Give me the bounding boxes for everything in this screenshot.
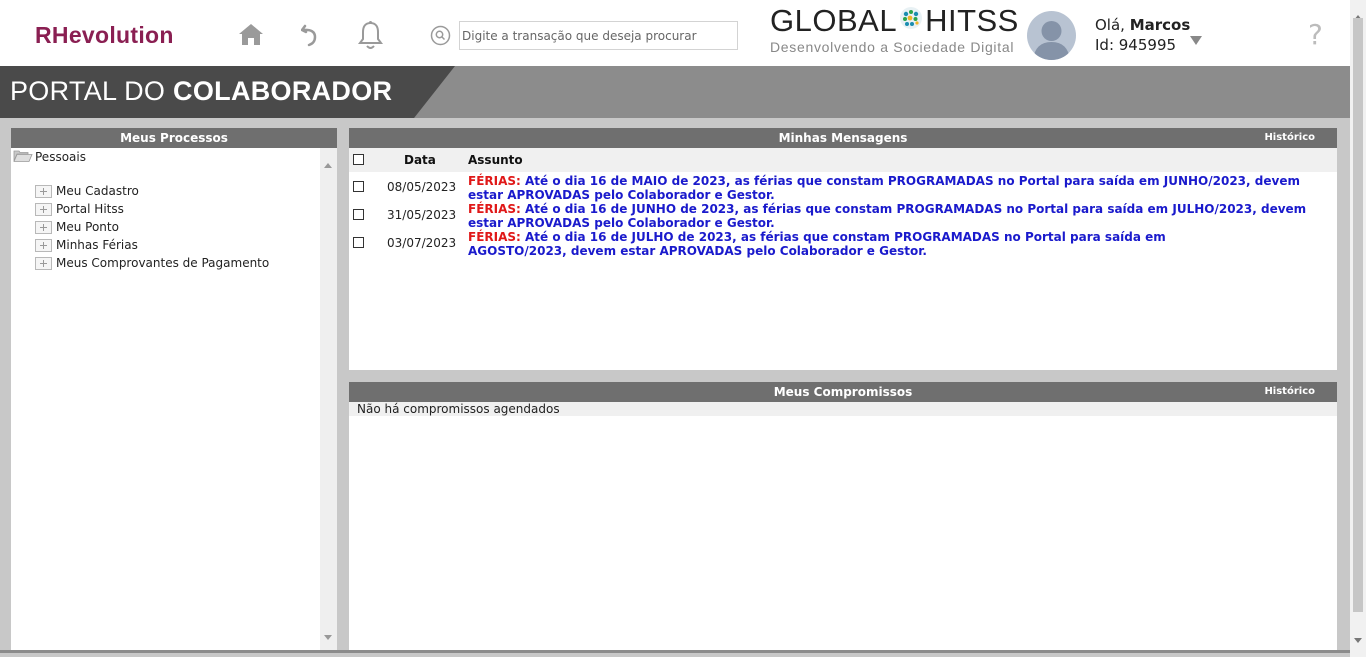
appointments-history-link[interactable]: Histórico (1264, 382, 1315, 402)
globe-icon (898, 4, 924, 38)
scroll-up-icon[interactable] (324, 153, 332, 172)
brand-name: GLOBAL HITSS (770, 4, 1019, 38)
avatar[interactable] (1027, 11, 1076, 60)
appointments-panel: Meus Compromissos Histórico Não há compr… (349, 382, 1337, 650)
tree-item-meu-cadastro[interactable]: Meu Cadastro (35, 184, 139, 198)
brand-name-left: GLOBAL (770, 3, 898, 38)
messages-panel-title: Minhas Mensagens Histórico (349, 128, 1337, 148)
messages-panel: Minhas Mensagens Histórico Data Assunto … (349, 128, 1337, 370)
column-subject-header: Assunto (468, 153, 523, 167)
message-date: 31/05/2023 (387, 208, 457, 222)
tree-item-minhas-ferias[interactable]: Minhas Férias (35, 238, 138, 252)
tree-item-meus-comprovantes[interactable]: Meus Comprovantes de Pagamento (35, 256, 269, 270)
message-subject[interactable]: FÉRIAS: Até o dia 16 de JULHO de 2023, a… (468, 230, 1268, 258)
scrollbar-thumb[interactable] (1353, 18, 1363, 612)
page-scrollbar[interactable] (1350, 0, 1366, 657)
message-date: 08/05/2023 (387, 180, 457, 194)
expand-icon[interactable] (35, 202, 52, 216)
tree-item-meu-ponto[interactable]: Meu Ponto (35, 220, 119, 234)
column-date-header: Data (404, 153, 436, 167)
tree-scrollbar[interactable] (320, 148, 337, 650)
message-checkbox[interactable] (353, 237, 364, 248)
user-greeting: Olá, Marcos (1095, 16, 1191, 34)
scroll-down-icon[interactable] (324, 625, 332, 644)
user-name: Marcos (1129, 16, 1191, 34)
message-date: 03/07/2023 (387, 236, 457, 250)
message-checkbox[interactable] (353, 209, 364, 220)
message-checkbox[interactable] (353, 181, 364, 192)
expand-icon[interactable] (35, 184, 52, 198)
tree-item-label: Minhas Férias (56, 238, 138, 252)
message-subject[interactable]: FÉRIAS: Até o dia 16 de MAIO de 2023, as… (468, 174, 1338, 202)
scroll-down-icon[interactable] (1354, 628, 1362, 647)
processes-panel-title: Meus Processos (11, 128, 337, 148)
brand-tagline: Desenvolvendo a Sociedade Digital (770, 39, 1015, 55)
appointments-panel-title: Meus Compromissos Histórico (349, 382, 1337, 402)
page-title: PORTAL DO COLABORADOR (10, 76, 393, 106)
back-icon[interactable] (301, 23, 319, 47)
bottom-bar (0, 650, 1350, 657)
expand-icon[interactable] (35, 238, 52, 252)
home-icon[interactable] (238, 22, 264, 46)
folder-open-icon (13, 149, 33, 165)
select-all-checkbox[interactable] (353, 154, 364, 165)
user-id: Id: 945995 (1095, 36, 1177, 54)
search-icon[interactable] (430, 25, 451, 50)
processes-panel: Meus Processos Pessoais Meu Cadastro Por… (11, 128, 337, 650)
top-header: RHevolution GLOBAL HITSS Desenvolvendo a… (0, 0, 1350, 66)
chevron-down-icon[interactable] (1190, 30, 1202, 49)
tree-item-portal-hitss[interactable]: Portal Hitss (35, 202, 124, 216)
transaction-search-input[interactable] (459, 21, 738, 50)
tree-root-label: Pessoais (35, 150, 86, 164)
user-info: Olá, Marcos Id: 945995 (1095, 15, 1190, 55)
help-icon[interactable]: ? (1308, 18, 1323, 51)
message-subject[interactable]: FÉRIAS: Até o dia 16 de JUNHO de 2023, a… (468, 202, 1338, 230)
tree-item-label: Meus Comprovantes de Pagamento (56, 256, 270, 270)
rhevolution-logo[interactable]: RHevolution (35, 22, 174, 49)
appointments-empty-text: Não há compromissos agendados (349, 402, 1337, 416)
global-hitss-brand: GLOBAL HITSS Desenvolvendo a Sociedade D… (770, 4, 1019, 56)
tree-item-label: Meu Ponto (56, 220, 119, 234)
messages-history-link[interactable]: Histórico (1264, 128, 1315, 148)
messages-table-header: Data Assunto (349, 148, 1337, 172)
processes-tree: Pessoais Meu Cadastro Portal Hitss Meu P… (11, 148, 320, 650)
bell-icon[interactable] (357, 20, 384, 51)
expand-icon[interactable] (35, 256, 52, 270)
tree-item-label: Meu Cadastro (56, 184, 139, 198)
expand-icon[interactable] (35, 220, 52, 234)
tree-root-pessoais[interactable]: Pessoais (13, 149, 86, 165)
brand-name-right: HITSS (925, 3, 1019, 38)
tree-item-label: Portal Hitss (56, 202, 124, 216)
